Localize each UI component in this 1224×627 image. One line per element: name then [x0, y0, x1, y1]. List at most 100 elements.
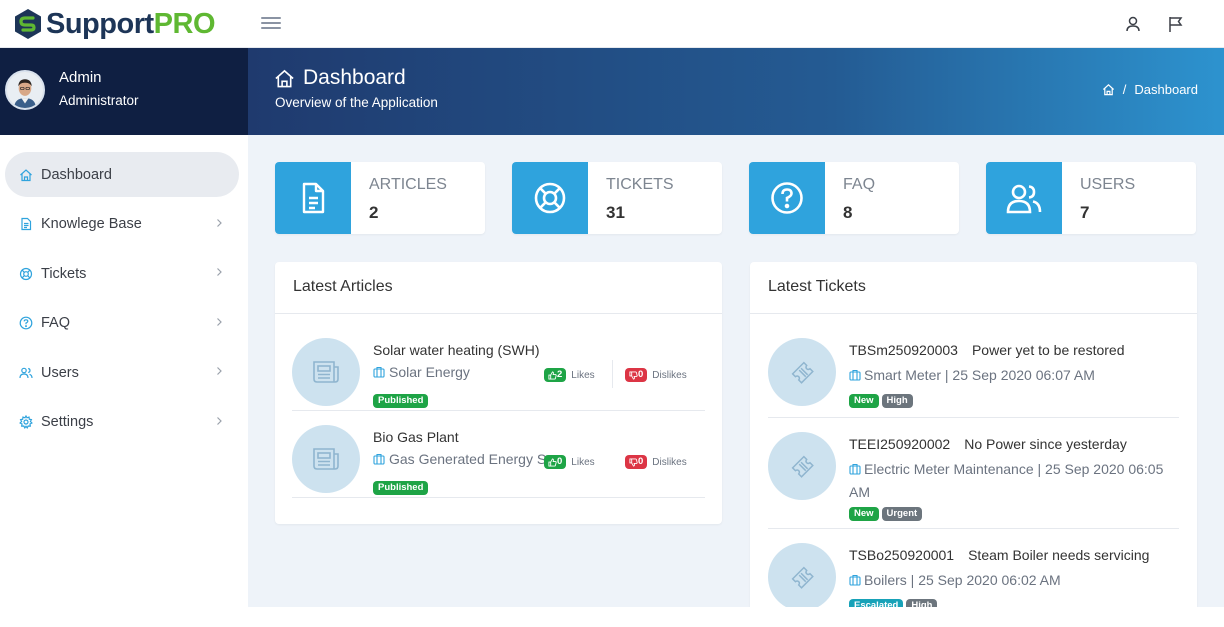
- stat-card-users[interactable]: USERS 7: [986, 162, 1196, 234]
- ticket-title[interactable]: TEEI250920002 No Power since yesterday: [849, 436, 1127, 452]
- card-title: Latest Articles: [275, 262, 722, 314]
- ticket-icon: [768, 338, 836, 406]
- ticket-id: TBSm250920003: [849, 342, 958, 358]
- list-item[interactable]: TEEI250920002 No Power since yesterday El…: [768, 418, 1179, 529]
- ticket-subject: Steam Boiler needs servicing: [968, 547, 1150, 563]
- flag-icon[interactable]: [1166, 14, 1186, 34]
- status-badge: Published: [373, 481, 429, 495]
- likes-label: Likes: [571, 369, 595, 381]
- list-item[interactable]: Bio Gas Plant Gas Generated Energy Sourc…: [292, 411, 705, 498]
- sidebar-item-label: Settings: [41, 414, 94, 431]
- main-content: ARTICLES 2 TICKETS 31 FAQ 8 USERS 7 Late…: [248, 135, 1224, 607]
- sidebar-item-users[interactable]: Users: [5, 350, 239, 395]
- chevron-right-icon: [217, 268, 222, 277]
- home-icon: [19, 168, 33, 182]
- lifebuoy-icon: [512, 162, 588, 234]
- stat-label: USERS: [1080, 176, 1136, 193]
- list-item[interactable]: Solar water heating (SWH) Solar Energy P…: [292, 324, 705, 411]
- document-icon: [275, 162, 351, 234]
- dislikes-counter[interactable]: 0 Dislikes: [625, 455, 687, 469]
- breadcrumb-home-icon[interactable]: [1102, 83, 1115, 96]
- ticket-subject: No Power since yesterday: [964, 436, 1127, 452]
- gear-icon: [19, 415, 33, 430]
- category-icon: [849, 369, 861, 381]
- newspaper-icon: [292, 425, 360, 493]
- article-category: Gas Generated Energy Source: [373, 451, 549, 467]
- list-item[interactable]: TSBo250920001 Steam Boiler needs servicin…: [768, 529, 1179, 607]
- users-icon: [986, 162, 1062, 234]
- status-badge: New: [849, 507, 879, 521]
- sidebar-item-knowledge-base[interactable]: Knowlege Base: [5, 202, 239, 247]
- stat-label: TICKETS: [606, 176, 674, 193]
- latest-articles-card: Latest Articles Solar water heating (SWH…: [275, 262, 722, 524]
- dislikes-label: Dislikes: [652, 369, 687, 381]
- menu-toggle-icon[interactable]: [261, 14, 281, 34]
- page-title-text: Dashboard: [303, 66, 406, 89]
- article-title[interactable]: Bio Gas Plant: [373, 429, 459, 445]
- ticket-icon: [768, 432, 836, 500]
- logo-mark-icon: [15, 9, 41, 39]
- ticket-title[interactable]: TSBo250920001 Steam Boiler needs servicin…: [849, 547, 1149, 563]
- article-category: Solar Energy: [373, 364, 549, 380]
- user-role: Administrator: [59, 93, 139, 108]
- stat-card-faq[interactable]: FAQ 8: [749, 162, 959, 234]
- list-item[interactable]: TBSm250920003 Power yet to be restored Sm…: [768, 324, 1179, 418]
- category-icon: [373, 366, 385, 378]
- likes-count: 0: [557, 456, 563, 467]
- stat-value: 2: [369, 203, 379, 222]
- latest-tickets-card: Latest Tickets TBSm250920003 Power yet to…: [750, 262, 1197, 607]
- app-name: SupportPRO: [46, 8, 216, 40]
- breadcrumb-separator: /: [1122, 82, 1127, 97]
- thumbs-up-icon: [548, 457, 557, 467]
- ticket-meta: Smart Meter | 25 Sep 2020 06:07 AM: [849, 364, 1179, 387]
- stat-value: 8: [843, 203, 853, 222]
- app-logo[interactable]: SupportPRO: [12, 7, 216, 41]
- sidebar-item-faq[interactable]: FAQ: [5, 301, 239, 346]
- page-title: Dashboard: [274, 66, 406, 90]
- user-profile-icon[interactable]: [1123, 14, 1143, 34]
- breadcrumb-current: Dashboard: [1134, 82, 1198, 97]
- top-bar: SupportPRO: [0, 0, 1224, 48]
- category-icon: [849, 574, 861, 586]
- stat-label: ARTICLES: [369, 176, 447, 193]
- thumbs-up-icon: [548, 370, 557, 380]
- ticket-id: TEEI250920002: [849, 436, 951, 452]
- likes-count: 2: [557, 369, 563, 380]
- article-title[interactable]: Solar water heating (SWH): [373, 342, 540, 358]
- status-badge: Published: [373, 394, 429, 408]
- avatar[interactable]: [5, 70, 45, 110]
- ticket-meta: Boilers | 25 Sep 2020 06:02 AM: [849, 569, 1179, 592]
- stat-value: 7: [1080, 203, 1090, 222]
- sidebar-item-tickets[interactable]: Tickets: [5, 251, 239, 296]
- newspaper-icon: [292, 338, 360, 406]
- sidebar-item-dashboard[interactable]: Dashboard: [5, 152, 239, 197]
- stat-value: 31: [606, 203, 625, 222]
- stat-label: FAQ: [843, 176, 876, 193]
- likes-counter[interactable]: 2 Likes: [544, 368, 595, 382]
- user-profile-panel: Admin Administrator: [0, 48, 248, 135]
- priority-badge: High: [906, 599, 938, 607]
- status-badge: Escalated: [849, 599, 904, 607]
- category-icon: [849, 463, 861, 475]
- dislikes-label: Dislikes: [652, 456, 687, 468]
- question-icon: [19, 316, 33, 330]
- sidebar: Admin Administrator Dashboard Knowlege B…: [0, 48, 248, 607]
- likes-counter[interactable]: 0 Likes: [544, 455, 595, 469]
- sidebar-item-settings[interactable]: Settings: [5, 400, 239, 445]
- sidebar-item-label: Dashboard: [41, 166, 112, 183]
- ticket-subject: Power yet to be restored: [971, 342, 1125, 358]
- chevron-right-icon: [217, 367, 222, 376]
- dislikes-counter[interactable]: 0 Dislikes: [625, 368, 687, 382]
- ticket-title[interactable]: TBSm250920003 Power yet to be restored: [849, 342, 1125, 358]
- user-name: Admin: [59, 69, 102, 86]
- category-icon: [373, 453, 385, 465]
- sidebar-item-label: Tickets: [41, 265, 87, 282]
- stat-card-articles[interactable]: ARTICLES 2: [275, 162, 485, 234]
- stat-card-tickets[interactable]: TICKETS 31: [512, 162, 722, 234]
- thumbs-down-icon: [629, 370, 638, 380]
- page-header: Dashboard Overview of the Application / …: [248, 48, 1224, 135]
- priority-badge: Urgent: [881, 507, 923, 521]
- card-title: Latest Tickets: [750, 262, 1197, 314]
- users-icon: [19, 366, 33, 380]
- dislikes-count: 0: [638, 369, 644, 380]
